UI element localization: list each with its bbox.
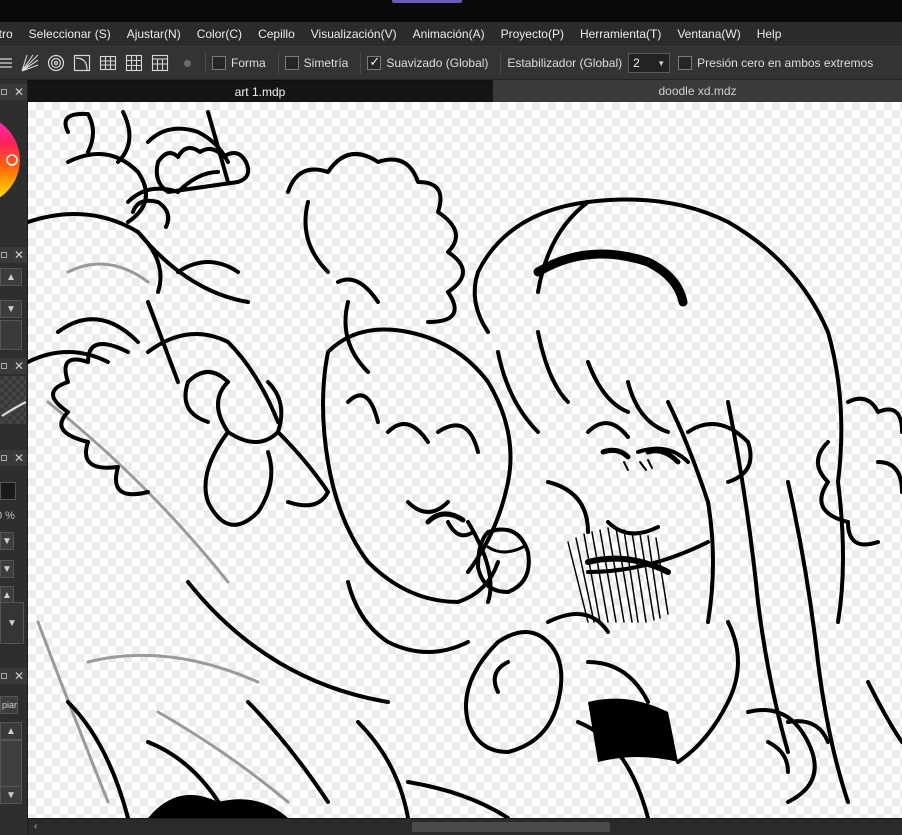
close-icon[interactable]: ✕ <box>14 358 24 374</box>
menu-bar: ltro Seleccionar (S) Ajustar(N) Color(C)… <box>0 22 902 46</box>
window-accent <box>392 0 462 3</box>
simetria-checkbox[interactable]: Simetría <box>284 56 349 70</box>
menu-herramienta[interactable]: Herramienta(T) <box>572 22 669 46</box>
toolbar-divider <box>277 52 279 74</box>
simetria-label: Simetría <box>303 56 349 70</box>
scroll-down-button[interactable]: ▼ <box>0 300 22 318</box>
chevron-left-icon[interactable]: ‹ <box>34 821 37 832</box>
suavizado-checkbox[interactable]: Suavizado (Global) <box>367 54 489 70</box>
horizontal-scrollbar[interactable]: ‹ <box>28 818 902 835</box>
blend-color-swatch[interactable] <box>0 482 16 500</box>
menu-animacion[interactable]: Animación(A) <box>405 22 493 46</box>
scroll-down-button[interactable]: ▼ <box>0 786 22 804</box>
menu-ajustar[interactable]: Ajustar(N) <box>119 22 189 46</box>
suavizado-checkbox-box[interactable] <box>367 54 382 70</box>
presion-cero-label: Presión cero en ambos extremos <box>697 56 874 70</box>
snap-off-icon[interactable] <box>184 59 191 67</box>
presion-cero-checkbox[interactable]: Presión cero en ambos extremos <box>678 56 873 70</box>
pin-icon[interactable] <box>1 252 7 258</box>
layer-list[interactable]: ▼ <box>0 602 24 644</box>
radial-ruler-icon[interactable] <box>20 53 40 73</box>
concentric-ruler-icon[interactable] <box>46 53 66 73</box>
menu-seleccionar[interactable]: Seleccionar (S) <box>21 22 119 46</box>
tab-art-1[interactable]: art 1.mdp <box>28 80 492 102</box>
sketch-artwork <box>28 110 902 818</box>
forma-checkbox-box[interactable] <box>212 56 226 70</box>
menu-cepillo[interactable]: Cepillo <box>250 22 303 46</box>
suavizado-label: Suavizado (Global) <box>386 56 489 70</box>
estabilizador-value: 2 <box>633 56 640 70</box>
estabilizador-label: Estabilizador (Global) <box>507 56 623 70</box>
title-bar <box>0 0 902 22</box>
opacity-value: 0 % <box>0 510 15 522</box>
left-dock-panels: ✕ ✕ ▲ ▼ ✕ ✕ 0 % ▼ ▼ ▲ ▼ <box>0 80 28 835</box>
grid-ruler-icon[interactable] <box>98 53 118 73</box>
simetria-checkbox-box[interactable] <box>284 56 299 70</box>
chevron-down-icon: ▼ <box>657 58 666 68</box>
scrollbar-thumb[interactable] <box>412 822 610 832</box>
color-panel-header: ✕ <box>0 84 27 100</box>
pin-icon[interactable] <box>1 363 7 369</box>
blend-mode-dropdown[interactable]: ▼ <box>0 532 14 550</box>
brush-size-preview[interactable] <box>0 320 22 350</box>
close-icon[interactable]: ✕ <box>14 247 24 263</box>
menu-help[interactable]: Help <box>749 22 790 46</box>
brush-preview[interactable] <box>0 376 27 424</box>
scroll-up-button[interactable]: ▲ <box>0 722 22 740</box>
toolbar-divider <box>500 52 502 74</box>
pin-icon[interactable] <box>1 89 7 95</box>
menu-visualizacion[interactable]: Visualización(V) <box>303 22 405 46</box>
brush-size-panel-header: ✕ <box>0 247 27 263</box>
menu-proyecto[interactable]: Proyecto(P) <box>493 22 572 46</box>
layer-panel-header: ✕ <box>0 450 27 466</box>
presion-cero-checkbox-box[interactable] <box>678 56 693 70</box>
scroll-up-button[interactable]: ▲ <box>0 268 22 286</box>
close-icon[interactable]: ✕ <box>14 84 24 100</box>
forma-label: Forma <box>231 56 266 70</box>
layer-option-dropdown[interactable]: ▼ <box>0 560 14 578</box>
color-wheel[interactable] <box>0 110 28 210</box>
square-grid-icon[interactable] <box>124 53 144 73</box>
drawing-canvas[interactable] <box>28 102 902 818</box>
document-tabs: art 1.mdp doodle xd.mdz <box>28 80 902 102</box>
brush-panel-header: ✕ <box>0 358 27 374</box>
estabilizador-select[interactable]: 2 ▼ <box>628 53 671 73</box>
pin-icon[interactable] <box>1 455 7 461</box>
menu-filtro[interactable]: ltro <box>0 22 21 46</box>
perspective-grid-icon[interactable] <box>150 53 170 73</box>
toolbar-divider <box>360 52 362 74</box>
material-panel-header: ✕ <box>0 668 27 684</box>
close-icon[interactable]: ✕ <box>14 668 24 684</box>
toolbar-divider <box>205 52 206 74</box>
copy-button[interactable]: piar <box>0 696 18 714</box>
brush-toolbar: Forma Simetría Suavizado (Global) Estabi… <box>0 46 902 80</box>
menu-color[interactable]: Color(C) <box>189 22 250 46</box>
pin-icon[interactable] <box>1 673 7 679</box>
menu-ventana[interactable]: Ventana(W) <box>669 22 748 46</box>
close-icon[interactable]: ✕ <box>14 450 24 466</box>
curve-ruler-icon[interactable] <box>72 53 92 73</box>
parallel-lines-ruler-icon[interactable] <box>0 53 14 73</box>
tab-doodle-xd[interactable]: doodle xd.mdz <box>492 80 902 102</box>
forma-checkbox[interactable]: Forma <box>212 56 266 70</box>
